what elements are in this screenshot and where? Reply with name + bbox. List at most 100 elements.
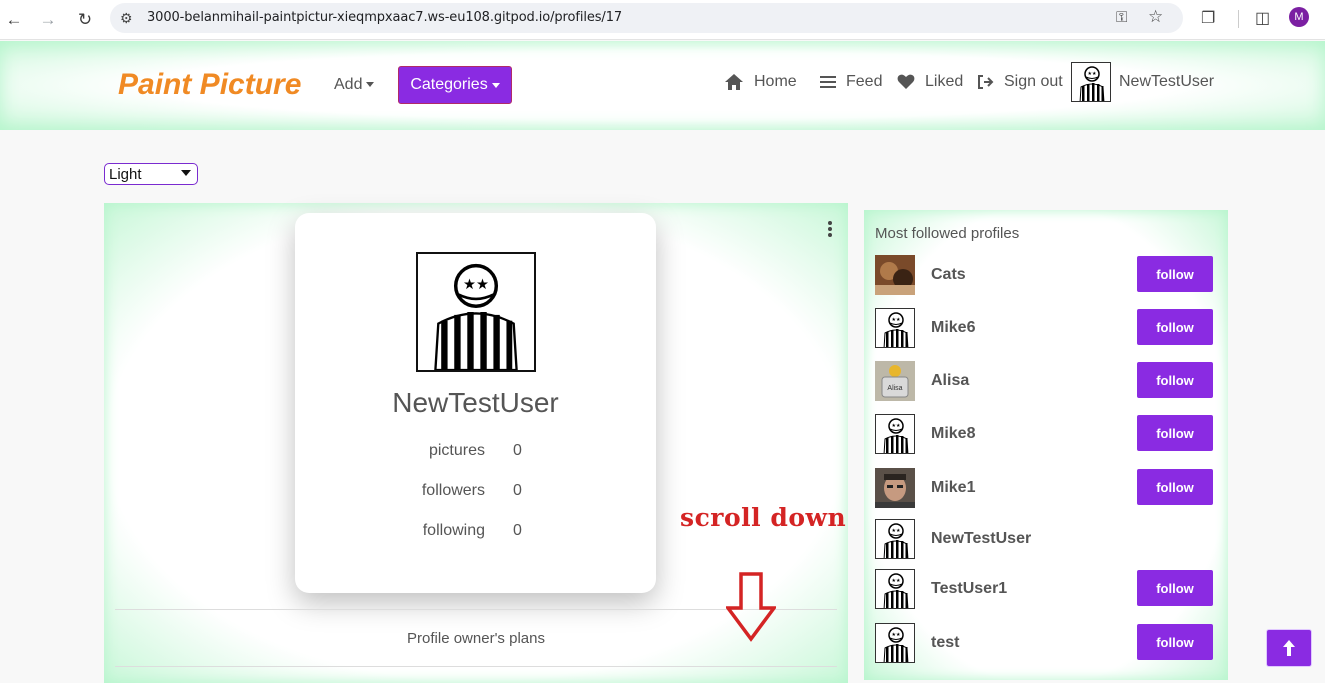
svg-text:Alisa: Alisa bbox=[887, 385, 902, 392]
sign-out-icon bbox=[978, 75, 994, 89]
nav-liked-label: Liked bbox=[925, 73, 964, 90]
man-photo-avatar[interactable] bbox=[875, 468, 915, 508]
profile-name: NewTestUser bbox=[392, 387, 559, 418]
follow-button[interactable]: follow bbox=[1137, 309, 1213, 345]
caret-down-icon bbox=[366, 82, 375, 88]
more-options-icon[interactable] bbox=[827, 221, 833, 237]
nav-liked[interactable]: Liked bbox=[897, 73, 963, 91]
nav-feed-label: Feed bbox=[846, 73, 883, 90]
stat-label: followers bbox=[421, 482, 485, 499]
stat-label: following bbox=[422, 522, 485, 539]
nav-username[interactable]: NewTestUser bbox=[1119, 73, 1214, 91]
striped-figure-icon: ★★ bbox=[883, 627, 909, 662]
categories-label: Categories bbox=[410, 76, 488, 93]
svg-text:★★: ★★ bbox=[892, 317, 901, 323]
list-item: ★★ TestUser1 follow bbox=[875, 569, 1215, 609]
theme-select[interactable]: Light bbox=[104, 163, 198, 185]
profile-card: ★★ NewTestUser pictures 0 followers 0 fo… bbox=[295, 213, 656, 593]
stat-value: 0 bbox=[513, 442, 522, 459]
striped-figure-avatar[interactable]: ★★ bbox=[875, 308, 915, 348]
toolbar-divider bbox=[1238, 10, 1239, 28]
stat-value: 0 bbox=[513, 482, 522, 499]
brand-logo[interactable]: Paint Picture bbox=[118, 68, 301, 102]
nav-signout-label: Sign out bbox=[1004, 73, 1063, 90]
profile-name[interactable]: TestUser1 bbox=[931, 580, 1007, 598]
profile-name[interactable]: Cats bbox=[931, 266, 966, 284]
man-photo-icon bbox=[875, 468, 915, 508]
striped-figure-avatar[interactable]: ★★ bbox=[875, 414, 915, 454]
site-header: Paint Picture Add Categories Home Feed L… bbox=[0, 41, 1325, 130]
follow-button[interactable]: follow bbox=[1137, 570, 1213, 606]
url-text: 3000-belanmihail-paintpictur-xieqmpxaac7… bbox=[147, 10, 623, 25]
list-item: Alisa Alisa follow bbox=[875, 361, 1215, 401]
follow-button[interactable]: follow bbox=[1137, 415, 1213, 451]
profile-name[interactable]: Alisa bbox=[931, 372, 969, 390]
password-key-icon[interactable]: ⚿ bbox=[1116, 9, 1127, 26]
forward-arrow-icon[interactable]: → bbox=[36, 8, 60, 32]
striped-figure-avatar[interactable]: ★★ bbox=[875, 623, 915, 663]
list-item: ★★ NewTestUser bbox=[875, 519, 1215, 559]
nav-home[interactable]: Home bbox=[724, 73, 797, 91]
chevron-down-icon bbox=[181, 170, 191, 176]
profile-name[interactable]: Mike6 bbox=[931, 319, 975, 337]
divider bbox=[115, 666, 837, 667]
follow-button[interactable]: follow bbox=[1137, 469, 1213, 505]
list-item: Mike1 follow bbox=[875, 468, 1215, 508]
follow-button[interactable]: follow bbox=[1137, 624, 1213, 660]
arrow-up-icon bbox=[1283, 640, 1295, 656]
follow-button[interactable]: follow bbox=[1137, 256, 1213, 292]
nav-username-label: NewTestUser bbox=[1119, 73, 1215, 90]
down-arrow-icon bbox=[726, 572, 776, 642]
svg-text:★★: ★★ bbox=[892, 632, 901, 638]
striped-figure-icon: ★★ bbox=[883, 523, 909, 558]
profile-name[interactable]: Mike1 bbox=[931, 479, 975, 497]
bookmark-star-icon[interactable]: ☆ bbox=[1148, 7, 1163, 27]
cat-photo-icon bbox=[875, 255, 915, 295]
profile-name[interactable]: Mike8 bbox=[931, 425, 975, 443]
alisa-badge-icon: Alisa bbox=[875, 361, 915, 401]
svg-text:★★: ★★ bbox=[892, 578, 901, 584]
nav-home-label: Home bbox=[754, 73, 797, 90]
back-arrow-icon[interactable]: ← bbox=[2, 8, 26, 32]
alisa-badge-avatar[interactable]: Alisa bbox=[875, 361, 915, 401]
reload-icon[interactable]: ↻ bbox=[73, 8, 97, 32]
sidebar-title: Most followed profiles bbox=[875, 225, 1020, 242]
heart-icon bbox=[897, 74, 915, 89]
cat-photo-avatar[interactable] bbox=[875, 255, 915, 295]
list-item: ★★ test follow bbox=[875, 623, 1215, 663]
stat-value: 0 bbox=[513, 522, 522, 539]
back-to-top-button[interactable] bbox=[1266, 629, 1312, 667]
nav-feed[interactable]: Feed bbox=[820, 73, 882, 91]
theme-selected-value: Light bbox=[109, 165, 142, 183]
follow-button[interactable]: follow bbox=[1137, 362, 1213, 398]
striped-figure-avatar[interactable]: ★★ bbox=[875, 519, 915, 559]
add-dropdown[interactable]: Add bbox=[334, 76, 375, 94]
profile-name[interactable]: test bbox=[931, 634, 959, 652]
striped-figure-icon: ★★ bbox=[883, 418, 909, 453]
striped-figure-icon: ★★ bbox=[434, 263, 518, 370]
striped-figure-icon: ★★ bbox=[883, 312, 909, 347]
address-bar[interactable]: ⚙ 3000-belanmihail-paintpictur-xieqmpxaa… bbox=[110, 3, 1183, 33]
extensions-icon[interactable]: ❐ bbox=[1201, 8, 1215, 28]
stat-followers: followers 0 bbox=[295, 482, 656, 502]
stat-label: pictures bbox=[428, 442, 485, 459]
nav-signout[interactable]: Sign out bbox=[977, 73, 1063, 91]
list-item: ★★ Mike8 follow bbox=[875, 414, 1215, 454]
list-item: Cats follow bbox=[875, 255, 1215, 295]
caret-down-icon bbox=[491, 82, 500, 88]
list-item: ★★ Mike6 follow bbox=[875, 308, 1215, 348]
site-settings-icon[interactable]: ⚙ bbox=[120, 10, 133, 27]
user-avatar[interactable]: ★★ bbox=[1071, 62, 1111, 102]
stat-pictures: pictures 0 bbox=[295, 442, 656, 462]
home-icon bbox=[725, 74, 743, 90]
most-followed-sidebar: Most followed profiles Cats follow ★★ Mi… bbox=[864, 210, 1228, 680]
striped-figure-icon: ★★ bbox=[883, 573, 909, 608]
browser-toolbar: ← → ↻ ⚙ 3000-belanmihail-paintpictur-xie… bbox=[0, 0, 1325, 40]
categories-dropdown[interactable]: Categories bbox=[398, 66, 512, 104]
svg-text:★★: ★★ bbox=[892, 423, 901, 429]
striped-figure-avatar[interactable]: ★★ bbox=[875, 569, 915, 609]
browser-profile-avatar[interactable]: M bbox=[1289, 7, 1309, 27]
profile-name[interactable]: NewTestUser bbox=[931, 530, 1031, 548]
stat-following: following 0 bbox=[295, 522, 656, 542]
side-panel-icon[interactable]: ◫ bbox=[1255, 8, 1270, 28]
